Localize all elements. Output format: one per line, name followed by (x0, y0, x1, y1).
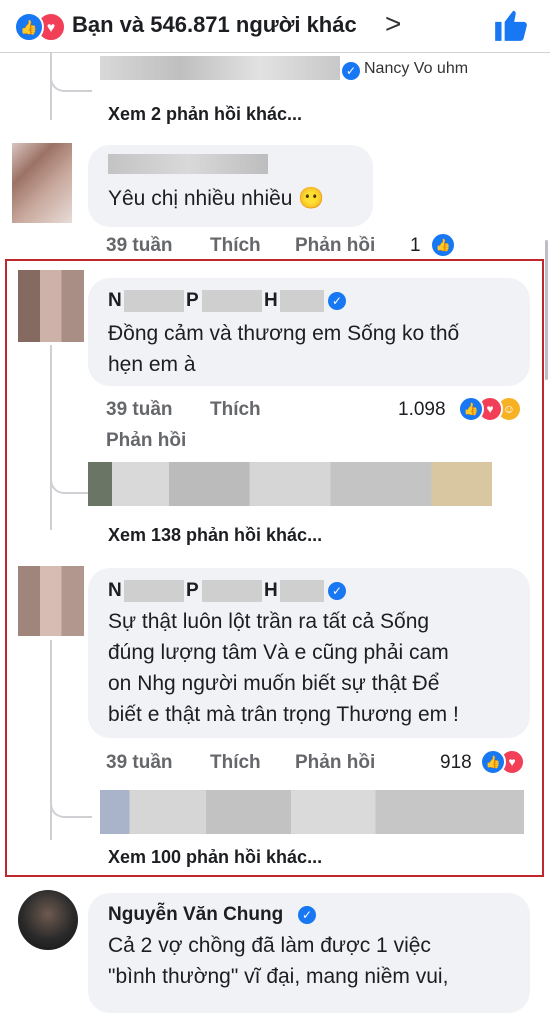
blurred-name (280, 580, 324, 602)
blurred-name (108, 154, 268, 174)
commenter-name-part[interactable]: P (186, 290, 199, 312)
like-link[interactable]: Thích (210, 235, 261, 257)
like-link[interactable]: Thích (210, 399, 261, 421)
thread-line (50, 345, 52, 530)
scrollbar[interactable] (545, 240, 548, 380)
comment-text-line: hẹn em à (108, 353, 196, 376)
comment-text-line: "bình thường" vĩ đại, mang niềm vui, (108, 965, 449, 988)
comment-text-line: Sự thật luôn lột trần ra tất cả Sống (108, 610, 430, 633)
reply-link[interactable]: Phản hồi (295, 752, 375, 774)
comment-text-line: Đồng cảm và thương em Sống ko thố (108, 322, 460, 345)
like-reaction-icon: 👍 (458, 396, 484, 422)
view-more-replies-link[interactable]: Xem 100 phản hồi khác... (108, 847, 322, 868)
reaction-count[interactable]: 1 (410, 235, 421, 257)
blurred-name (100, 56, 340, 80)
verified-badge-icon: ✓ (298, 906, 316, 924)
reactions-summary[interactable]: Bạn và 546.871 người khác (72, 12, 357, 38)
like-reaction-icon: 👍 (14, 12, 44, 42)
reply-link[interactable]: Phản hồi (106, 430, 186, 452)
view-more-replies-link[interactable]: Xem 2 phản hồi khác... (108, 104, 302, 125)
comment-text-line: biết e thật mà trân trọng Thương em ! (108, 703, 459, 726)
like-reaction-icon: 👍 (430, 232, 456, 258)
verified-badge-icon: ✓ (328, 292, 346, 310)
reply-link[interactable]: Phản hồi (295, 235, 375, 257)
like-link[interactable]: Thích (210, 752, 261, 774)
commenter-name-part[interactable]: P (186, 580, 199, 602)
commenter-name-part[interactable]: N (108, 580, 122, 602)
blurred-name (280, 290, 324, 312)
blurred-name (202, 580, 262, 602)
commenter-name[interactable]: Nguyễn Văn Chung (108, 904, 283, 926)
commenter-name-part[interactable]: H (264, 580, 278, 602)
chevron-right-icon[interactable]: > (385, 8, 401, 40)
blurred-name (124, 290, 184, 312)
reaction-count[interactable]: 1.098 (398, 399, 446, 421)
comment-text: Yêu chị nhiều nhiều 😶 (108, 187, 325, 210)
reaction-count[interactable]: 918 (440, 752, 472, 774)
thread-connector (50, 52, 92, 92)
blurred-name (202, 290, 262, 312)
blurred-name (124, 580, 184, 602)
comment-text-line: Cả 2 vợ chồng đã làm được 1 việc (108, 934, 431, 957)
thread-connector (50, 440, 92, 494)
commenter-name-part[interactable]: H (264, 290, 278, 312)
comment-text-line: on Nhg người muốn biết sự thật Để (108, 672, 440, 695)
commenter-name-part[interactable]: N (108, 290, 122, 312)
comment-time[interactable]: 39 tuần (106, 399, 173, 421)
like-reaction-icon: 👍 (480, 749, 506, 775)
verified-badge-icon: ✓ (342, 62, 360, 80)
reply-name-fragment: Nancy Vo uhm (364, 60, 469, 77)
blurred-reply-preview (100, 790, 524, 834)
thread-connector (50, 780, 92, 818)
thumbs-up-icon[interactable] (492, 6, 530, 44)
comment-text-line: đúng lượng tâm Và e cũng phải cam (108, 641, 449, 664)
comment-time[interactable]: 39 tuần (106, 235, 173, 257)
verified-badge-icon: ✓ (328, 582, 346, 600)
blurred-reply-preview (88, 462, 492, 506)
view-more-replies-link[interactable]: Xem 138 phản hồi khác... (108, 525, 322, 546)
comment-time[interactable]: 39 tuần (106, 752, 173, 774)
